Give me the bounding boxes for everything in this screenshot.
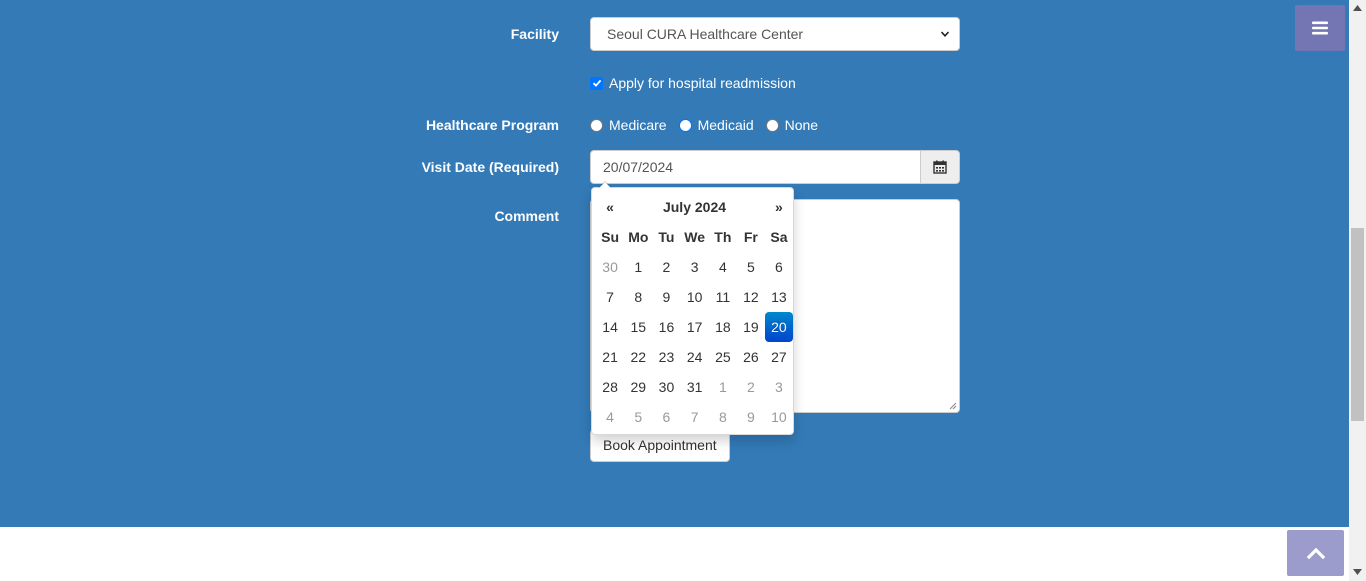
datepicker-table: « July 2024 » Su Mo Tu We Th Fr Sa 30 1: [596, 192, 793, 432]
page-scrollbar[interactable]: [1349, 0, 1366, 581]
calendar-day[interactable]: 31: [680, 372, 708, 402]
calendar-day[interactable]: 17: [680, 312, 708, 342]
calendar-day[interactable]: 5: [737, 252, 765, 282]
radio-option-medicare[interactable]: Medicare: [590, 117, 667, 133]
readmission-checkbox-row[interactable]: Apply for hospital readmission: [590, 74, 796, 92]
datepicker-next-button[interactable]: »: [765, 192, 793, 222]
calendar-day[interactable]: 10: [680, 282, 708, 312]
calendar-icon: [933, 160, 947, 174]
scrollbar-thumb[interactable]: [1351, 228, 1364, 421]
chevron-up-icon: [1306, 547, 1325, 559]
calendar-day[interactable]: 1: [709, 372, 737, 402]
calendar-day[interactable]: 7: [680, 402, 708, 432]
calendar-day-selected[interactable]: 20: [764, 312, 793, 342]
weekday-header: Mo: [628, 229, 649, 245]
calendar-day[interactable]: 12: [737, 282, 765, 312]
visit-date-label: Visit Date (Required): [421, 159, 559, 175]
calendar-day[interactable]: 24: [680, 342, 708, 372]
calendar-week-row: 14 15 16 17 18 19 20: [596, 312, 793, 342]
calendar-day[interactable]: 25: [709, 342, 737, 372]
calendar-day[interactable]: 8: [709, 402, 737, 432]
calendar-day[interactable]: 18: [709, 312, 737, 342]
calendar-day[interactable]: 5: [624, 402, 652, 432]
calendar-day[interactable]: 6: [765, 252, 793, 282]
calendar-day[interactable]: 21: [596, 342, 624, 372]
radio-option-medicaid[interactable]: Medicaid: [678, 117, 754, 133]
appointment-section: Facility Seoul CURA Healthcare Center Ap…: [0, 0, 1349, 527]
calendar-week-row: 21 22 23 24 25 26 27: [596, 342, 793, 372]
calendar-day[interactable]: 19: [737, 312, 765, 342]
scroll-up-arrow-icon[interactable]: [1353, 5, 1362, 11]
visit-date-input[interactable]: 20/07/2024: [590, 150, 921, 184]
calendar-day[interactable]: 4: [709, 252, 737, 282]
calendar-week-row: 4 5 6 7 8 9 10: [596, 402, 793, 432]
radio-option-none[interactable]: None: [765, 117, 819, 133]
calendar-day[interactable]: 1: [624, 252, 652, 282]
weekday-header: Fr: [743, 229, 758, 245]
check-icon: [592, 79, 601, 87]
calendar-day[interactable]: 10: [765, 402, 793, 432]
weekday-header: We: [684, 229, 705, 245]
visit-date-value: 20/07/2024: [603, 159, 674, 175]
facility-select-value: Seoul CURA Healthcare Center: [607, 26, 804, 42]
radio-medicaid-label: Medicaid: [697, 117, 754, 133]
scroll-down-arrow-icon[interactable]: [1353, 569, 1362, 575]
program-radio-group: Medicare Medicaid None: [590, 116, 830, 134]
calendar-day[interactable]: 13: [765, 282, 793, 312]
calendar-day[interactable]: 3: [765, 372, 793, 402]
calendar-week-row: 7 8 9 10 11 12 13: [596, 282, 793, 312]
calendar-week-row: 30 1 2 3 4 5 6: [596, 252, 793, 282]
calendar-day[interactable]: 7: [596, 282, 624, 312]
radio-medicaid[interactable]: [678, 118, 692, 132]
comment-label: Comment: [494, 208, 559, 224]
weekday-header: Tu: [658, 229, 675, 245]
calendar-week-row: 28 29 30 31 1 2 3: [596, 372, 793, 402]
readmission-label: Apply for hospital readmission: [609, 75, 796, 91]
hamburger-menu-icon: [1312, 21, 1328, 35]
radio-none-label: None: [784, 117, 819, 133]
calendar-day[interactable]: 30: [652, 372, 680, 402]
calendar-day[interactable]: 15: [624, 312, 652, 342]
program-label: Healthcare Program: [425, 117, 559, 133]
calendar-day[interactable]: 30: [596, 252, 624, 282]
calendar-day[interactable]: 29: [624, 372, 652, 402]
calendar-day[interactable]: 26: [737, 342, 765, 372]
datepicker-prev-button[interactable]: «: [596, 192, 624, 222]
radio-none[interactable]: [765, 118, 779, 132]
menu-toggle-button[interactable]: [1295, 5, 1345, 51]
weekday-header: Sa: [770, 229, 788, 245]
calendar-day[interactable]: 28: [596, 372, 624, 402]
calendar-day[interactable]: 3: [680, 252, 708, 282]
readmission-checkbox[interactable]: [590, 76, 603, 90]
resize-grip-icon[interactable]: [949, 402, 957, 410]
calendar-day[interactable]: 22: [624, 342, 652, 372]
calendar-day[interactable]: 23: [652, 342, 680, 372]
calendar-day[interactable]: 2: [652, 252, 680, 282]
radio-medicare-label: Medicare: [609, 117, 667, 133]
back-to-top-button[interactable]: [1287, 530, 1344, 576]
calendar-button[interactable]: [920, 150, 960, 184]
calendar-day[interactable]: 9: [652, 282, 680, 312]
weekday-header: Su: [601, 229, 620, 245]
radio-medicare[interactable]: [590, 118, 603, 132]
calendar-day[interactable]: 11: [709, 282, 737, 312]
chevron-down-icon: [941, 31, 949, 37]
weekday-header: Th: [714, 229, 732, 245]
datepicker-month-title[interactable]: July 2024: [624, 192, 765, 222]
facility-select[interactable]: Seoul CURA Healthcare Center: [590, 17, 960, 51]
calendar-day[interactable]: 9: [737, 402, 765, 432]
calendar-day[interactable]: 2: [737, 372, 765, 402]
calendar-day[interactable]: 16: [652, 312, 680, 342]
calendar-day[interactable]: 4: [596, 402, 624, 432]
calendar-day[interactable]: 27: [765, 342, 793, 372]
datepicker-popup: « July 2024 » Su Mo Tu We Th Fr Sa 30 1: [591, 181, 794, 435]
calendar-day[interactable]: 6: [652, 402, 680, 432]
facility-label: Facility: [510, 26, 559, 42]
calendar-day[interactable]: 14: [596, 312, 624, 342]
calendar-day[interactable]: 8: [624, 282, 652, 312]
